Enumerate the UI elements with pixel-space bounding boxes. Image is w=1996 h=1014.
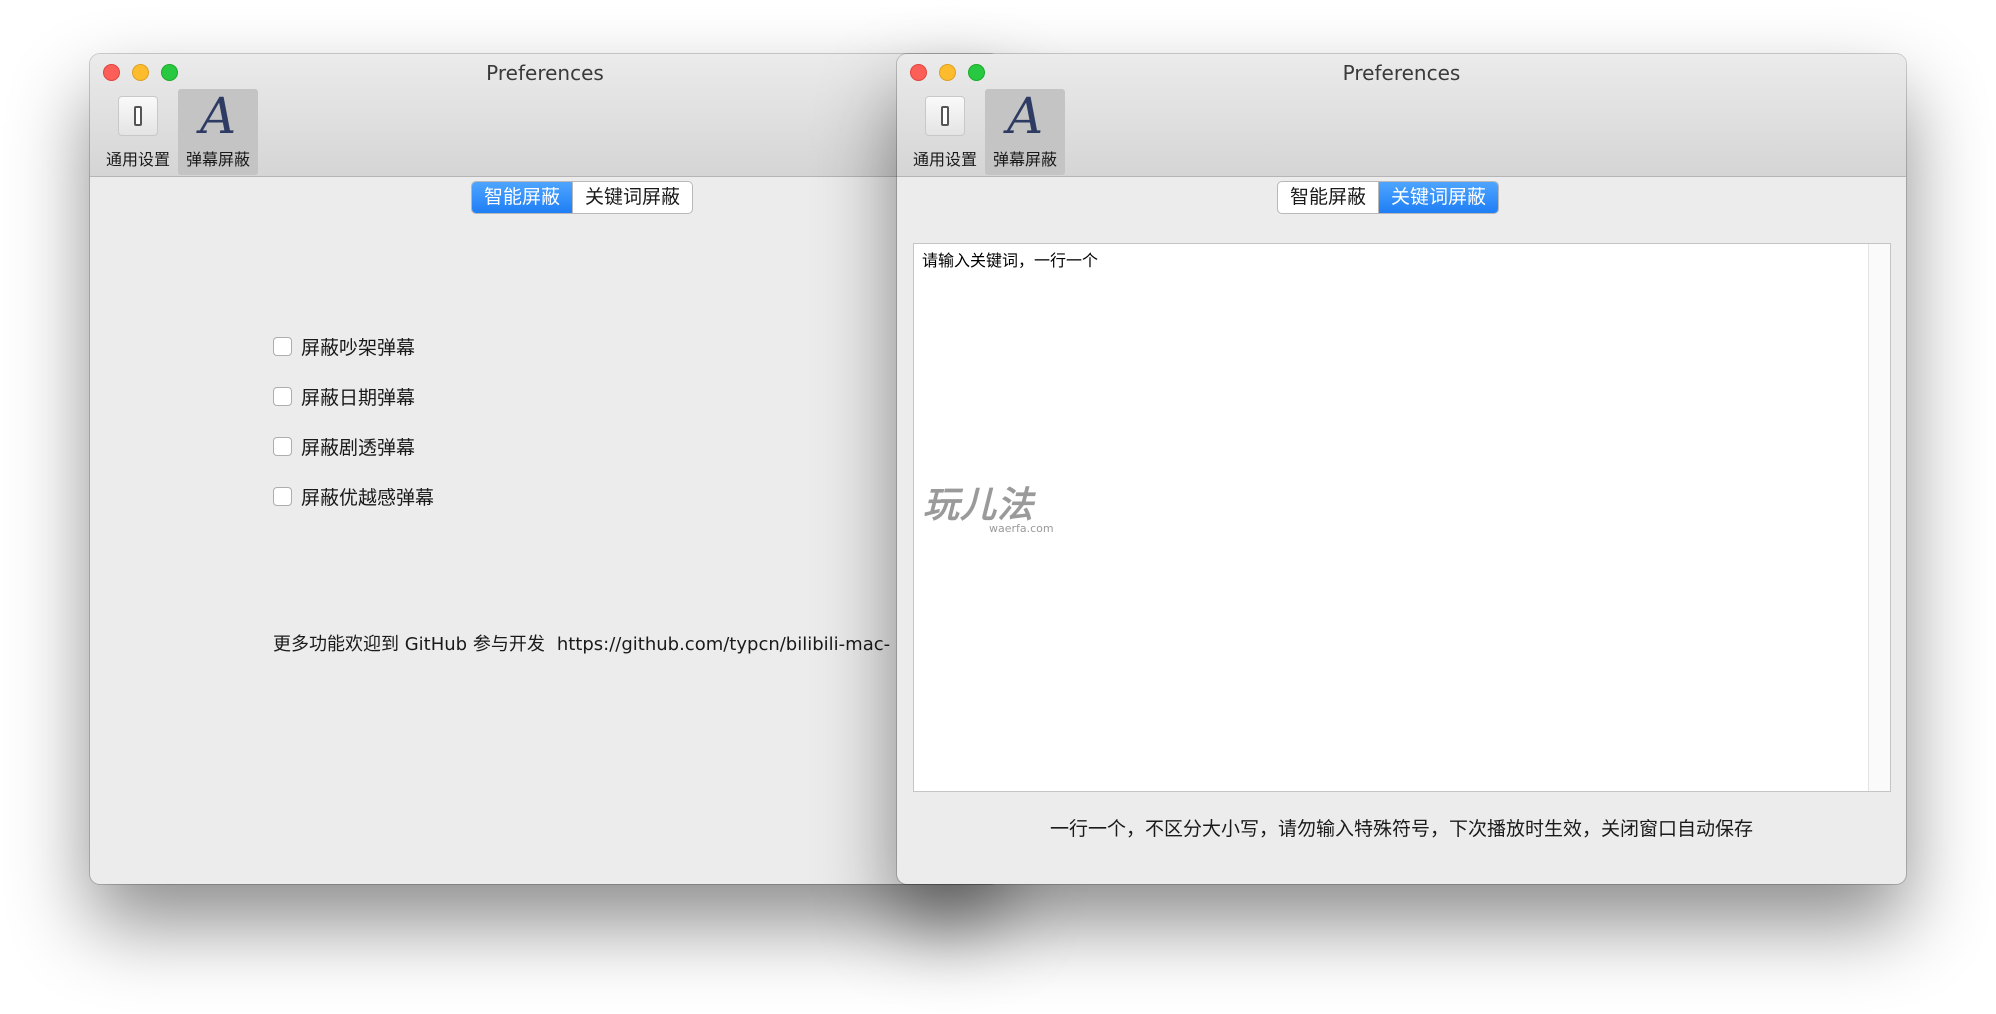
github-link[interactable]: https://github.com/typcn/bilibili-mac- [557,634,890,655]
vertical-scrollbar[interactable] [1868,244,1890,791]
preferences-window-right: Preferences 通用设置 A 弹幕屏蔽 智能屏蔽 关键词屏蔽 请输入关键… [897,54,1906,884]
checkbox-row-date[interactable]: 屏蔽日期弹幕 [273,383,415,410]
checkbox-label: 屏蔽日期弹幕 [301,387,416,409]
switch-icon [116,92,160,140]
watermark-text: 玩儿法 [923,485,1035,526]
checkbox[interactable] [273,487,292,506]
watermark-url: waerfa.com [989,522,1054,535]
switch-icon [923,92,967,140]
toolbar-item-label: 通用设置 [912,150,977,169]
toolbar-item-general[interactable]: 通用设置 [98,89,178,175]
toolbar-item-danmaku-filter[interactable]: A 弹幕屏蔽 [178,89,258,175]
tab-keyword-filter[interactable]: 关键词屏蔽 [572,182,692,213]
checkbox-row-spoiler[interactable]: 屏蔽剧透弹幕 [273,433,415,460]
checkbox-label: 屏蔽吵架弹幕 [301,337,416,359]
tab-keyword-filter[interactable]: 关键词屏蔽 [1378,182,1499,213]
preferences-window-left: Preferences 通用设置 A 弹幕屏蔽 智能屏蔽 关键词屏蔽 屏蔽吵架弹… [90,54,1000,884]
toolbar-item-general[interactable]: 通用设置 [905,89,985,175]
tab-smart-filter[interactable]: 智能屏蔽 [472,182,573,213]
window-title: Preferences [1342,61,1461,85]
checkbox-label: 屏蔽剧透弹幕 [301,437,416,459]
keyword-textarea[interactable]: 请输入关键词，一行一个 [913,243,1891,792]
window-title: Preferences [486,61,604,85]
checkbox[interactable] [273,337,292,356]
filter-mode-segmented-control: 智能屏蔽 关键词屏蔽 [1277,181,1500,214]
font-icon: A [199,87,237,145]
checkbox[interactable] [273,437,292,456]
github-footer: 更多功能欢迎到 GitHub 参与开发 https://github.com/ty… [273,630,890,656]
toolbar-item-label: 通用设置 [105,150,170,169]
title-bar: Preferences 通用设置 A 弹幕屏蔽 [897,54,1906,177]
footer-text: 更多功能欢迎到 GitHub 参与开发 [273,634,545,655]
font-icon: A [1006,87,1044,145]
checkbox[interactable] [273,387,292,406]
preferences-toolbar: 通用设置 A 弹幕屏蔽 [905,89,1065,175]
checkbox-row-superiority[interactable]: 屏蔽优越感弹幕 [273,483,434,510]
tab-smart-filter[interactable]: 智能屏蔽 [1278,182,1378,213]
checkbox-row-quarrel[interactable]: 屏蔽吵架弹幕 [273,333,415,360]
filter-mode-segmented-control: 智能屏蔽 关键词屏蔽 [471,181,694,214]
title-bar: Preferences 通用设置 A 弹幕屏蔽 [90,54,1000,177]
checkbox-label: 屏蔽优越感弹幕 [301,487,435,509]
watermark-logo: 玩儿法 waerfa.com [923,476,1054,535]
keyword-hint: 一行一个，不区分大小写，请勿输入特殊符号，下次播放时生效，关闭窗口自动保存 [1049,818,1753,840]
toolbar-item-label: 弹幕屏蔽 [185,150,250,169]
toolbar-item-danmaku-filter[interactable]: A 弹幕屏蔽 [985,89,1065,175]
preferences-toolbar: 通用设置 A 弹幕屏蔽 [98,89,258,175]
toolbar-item-label: 弹幕屏蔽 [992,150,1057,169]
textarea-content: 请输入关键词，一行一个 [922,251,1099,270]
